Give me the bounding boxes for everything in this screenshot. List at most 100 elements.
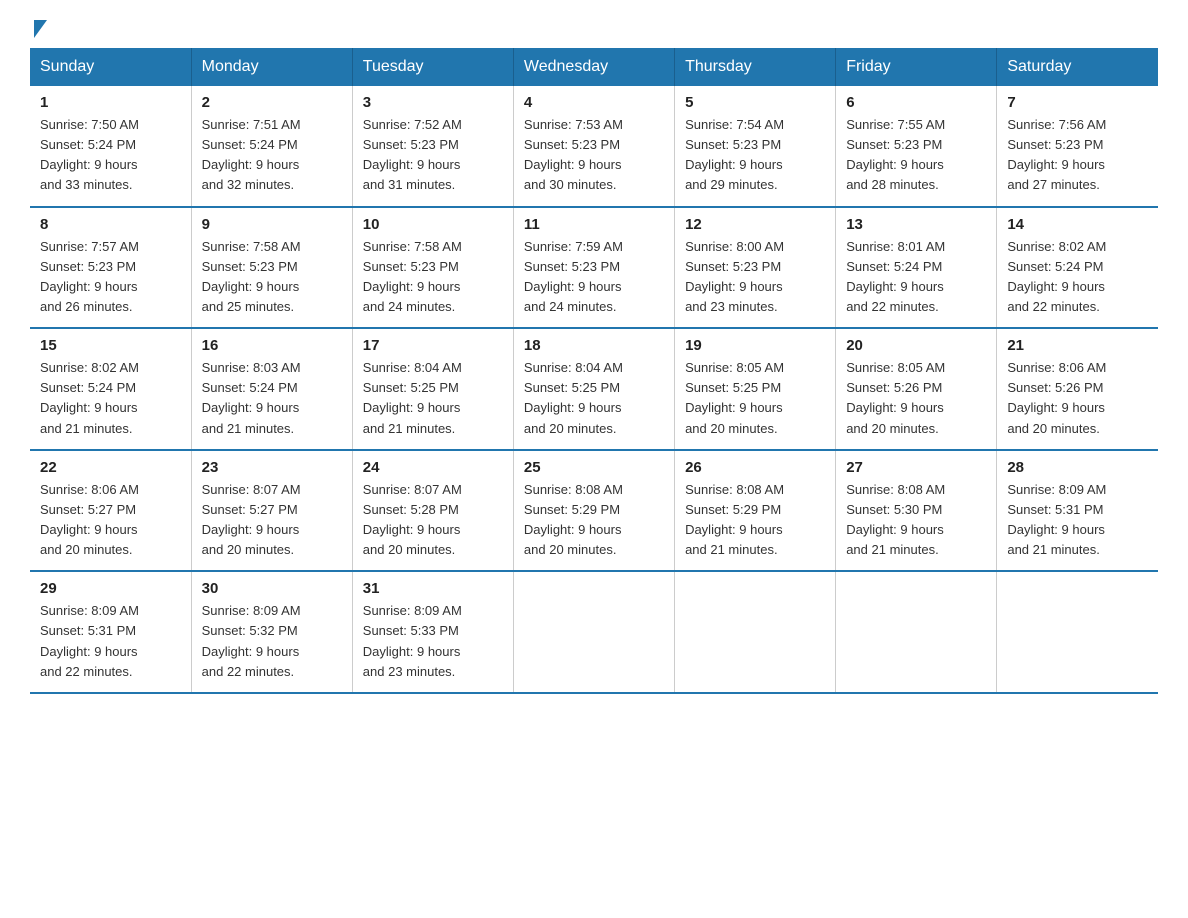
calendar-week-row: 8 Sunrise: 7:57 AMSunset: 5:23 PMDayligh… (30, 207, 1158, 329)
calendar-cell: 29 Sunrise: 8:09 AMSunset: 5:31 PMDaylig… (30, 571, 191, 693)
day-info: Sunrise: 8:06 AMSunset: 5:27 PMDaylight:… (40, 482, 139, 557)
day-info: Sunrise: 7:51 AMSunset: 5:24 PMDaylight:… (202, 117, 301, 192)
calendar-cell: 17 Sunrise: 8:04 AMSunset: 5:25 PMDaylig… (352, 328, 513, 450)
day-info: Sunrise: 8:07 AMSunset: 5:27 PMDaylight:… (202, 482, 301, 557)
day-info: Sunrise: 7:57 AMSunset: 5:23 PMDaylight:… (40, 239, 139, 314)
weekday-header-friday: Friday (836, 48, 997, 86)
day-info: Sunrise: 8:05 AMSunset: 5:26 PMDaylight:… (846, 360, 945, 435)
calendar-cell: 3 Sunrise: 7:52 AMSunset: 5:23 PMDayligh… (352, 86, 513, 207)
calendar-cell (997, 571, 1158, 693)
day-number: 1 (40, 94, 181, 111)
weekday-header-tuesday: Tuesday (352, 48, 513, 86)
day-info: Sunrise: 7:53 AMSunset: 5:23 PMDaylight:… (524, 117, 623, 192)
day-number: 18 (524, 337, 664, 354)
calendar-cell: 25 Sunrise: 8:08 AMSunset: 5:29 PMDaylig… (513, 450, 674, 572)
day-info: Sunrise: 7:58 AMSunset: 5:23 PMDaylight:… (363, 239, 462, 314)
day-info: Sunrise: 8:07 AMSunset: 5:28 PMDaylight:… (363, 482, 462, 557)
calendar-cell: 30 Sunrise: 8:09 AMSunset: 5:32 PMDaylig… (191, 571, 352, 693)
day-number: 11 (524, 216, 664, 233)
day-info: Sunrise: 8:04 AMSunset: 5:25 PMDaylight:… (363, 360, 462, 435)
day-number: 2 (202, 94, 342, 111)
day-number: 6 (846, 94, 986, 111)
day-info: Sunrise: 7:50 AMSunset: 5:24 PMDaylight:… (40, 117, 139, 192)
day-info: Sunrise: 7:55 AMSunset: 5:23 PMDaylight:… (846, 117, 945, 192)
calendar-cell: 26 Sunrise: 8:08 AMSunset: 5:29 PMDaylig… (675, 450, 836, 572)
day-info: Sunrise: 8:09 AMSunset: 5:31 PMDaylight:… (40, 603, 139, 678)
calendar-cell: 16 Sunrise: 8:03 AMSunset: 5:24 PMDaylig… (191, 328, 352, 450)
calendar-cell: 1 Sunrise: 7:50 AMSunset: 5:24 PMDayligh… (30, 86, 191, 207)
day-info: Sunrise: 8:09 AMSunset: 5:31 PMDaylight:… (1007, 482, 1106, 557)
day-number: 5 (685, 94, 825, 111)
day-info: Sunrise: 8:03 AMSunset: 5:24 PMDaylight:… (202, 360, 301, 435)
calendar-cell: 23 Sunrise: 8:07 AMSunset: 5:27 PMDaylig… (191, 450, 352, 572)
calendar-cell: 4 Sunrise: 7:53 AMSunset: 5:23 PMDayligh… (513, 86, 674, 207)
logo (30, 20, 47, 30)
calendar-table: SundayMondayTuesdayWednesdayThursdayFrid… (30, 48, 1158, 694)
day-number: 25 (524, 459, 664, 476)
calendar-cell: 12 Sunrise: 8:00 AMSunset: 5:23 PMDaylig… (675, 207, 836, 329)
weekday-header-monday: Monday (191, 48, 352, 86)
calendar-cell: 7 Sunrise: 7:56 AMSunset: 5:23 PMDayligh… (997, 86, 1158, 207)
day-number: 8 (40, 216, 181, 233)
day-number: 19 (685, 337, 825, 354)
day-number: 29 (40, 580, 181, 597)
day-number: 26 (685, 459, 825, 476)
weekday-header-wednesday: Wednesday (513, 48, 674, 86)
day-number: 21 (1007, 337, 1148, 354)
day-info: Sunrise: 8:04 AMSunset: 5:25 PMDaylight:… (524, 360, 623, 435)
day-number: 4 (524, 94, 664, 111)
day-number: 9 (202, 216, 342, 233)
day-number: 17 (363, 337, 503, 354)
day-info: Sunrise: 8:08 AMSunset: 5:29 PMDaylight:… (685, 482, 784, 557)
day-info: Sunrise: 7:59 AMSunset: 5:23 PMDaylight:… (524, 239, 623, 314)
calendar-cell (836, 571, 997, 693)
calendar-cell: 8 Sunrise: 7:57 AMSunset: 5:23 PMDayligh… (30, 207, 191, 329)
day-info: Sunrise: 8:06 AMSunset: 5:26 PMDaylight:… (1007, 360, 1106, 435)
weekday-header-sunday: Sunday (30, 48, 191, 86)
day-info: Sunrise: 8:01 AMSunset: 5:24 PMDaylight:… (846, 239, 945, 314)
day-info: Sunrise: 8:08 AMSunset: 5:29 PMDaylight:… (524, 482, 623, 557)
day-number: 23 (202, 459, 342, 476)
calendar-cell: 28 Sunrise: 8:09 AMSunset: 5:31 PMDaylig… (997, 450, 1158, 572)
weekday-header-saturday: Saturday (997, 48, 1158, 86)
calendar-cell: 20 Sunrise: 8:05 AMSunset: 5:26 PMDaylig… (836, 328, 997, 450)
calendar-cell: 10 Sunrise: 7:58 AMSunset: 5:23 PMDaylig… (352, 207, 513, 329)
day-number: 20 (846, 337, 986, 354)
calendar-cell: 15 Sunrise: 8:02 AMSunset: 5:24 PMDaylig… (30, 328, 191, 450)
calendar-cell: 31 Sunrise: 8:09 AMSunset: 5:33 PMDaylig… (352, 571, 513, 693)
day-number: 12 (685, 216, 825, 233)
calendar-cell: 19 Sunrise: 8:05 AMSunset: 5:25 PMDaylig… (675, 328, 836, 450)
day-number: 27 (846, 459, 986, 476)
day-number: 24 (363, 459, 503, 476)
day-info: Sunrise: 7:58 AMSunset: 5:23 PMDaylight:… (202, 239, 301, 314)
page-header (30, 20, 1158, 30)
weekday-header-thursday: Thursday (675, 48, 836, 86)
calendar-cell (675, 571, 836, 693)
day-number: 28 (1007, 459, 1148, 476)
day-number: 14 (1007, 216, 1148, 233)
calendar-cell: 5 Sunrise: 7:54 AMSunset: 5:23 PMDayligh… (675, 86, 836, 207)
calendar-cell: 11 Sunrise: 7:59 AMSunset: 5:23 PMDaylig… (513, 207, 674, 329)
calendar-week-row: 22 Sunrise: 8:06 AMSunset: 5:27 PMDaylig… (30, 450, 1158, 572)
calendar-cell: 21 Sunrise: 8:06 AMSunset: 5:26 PMDaylig… (997, 328, 1158, 450)
day-number: 13 (846, 216, 986, 233)
calendar-week-row: 15 Sunrise: 8:02 AMSunset: 5:24 PMDaylig… (30, 328, 1158, 450)
calendar-week-row: 29 Sunrise: 8:09 AMSunset: 5:31 PMDaylig… (30, 571, 1158, 693)
day-info: Sunrise: 8:09 AMSunset: 5:32 PMDaylight:… (202, 603, 301, 678)
calendar-cell: 24 Sunrise: 8:07 AMSunset: 5:28 PMDaylig… (352, 450, 513, 572)
day-info: Sunrise: 7:54 AMSunset: 5:23 PMDaylight:… (685, 117, 784, 192)
calendar-cell (513, 571, 674, 693)
calendar-cell: 22 Sunrise: 8:06 AMSunset: 5:27 PMDaylig… (30, 450, 191, 572)
day-info: Sunrise: 8:02 AMSunset: 5:24 PMDaylight:… (40, 360, 139, 435)
day-number: 7 (1007, 94, 1148, 111)
day-info: Sunrise: 8:05 AMSunset: 5:25 PMDaylight:… (685, 360, 784, 435)
day-number: 30 (202, 580, 342, 597)
calendar-cell: 9 Sunrise: 7:58 AMSunset: 5:23 PMDayligh… (191, 207, 352, 329)
calendar-cell: 6 Sunrise: 7:55 AMSunset: 5:23 PMDayligh… (836, 86, 997, 207)
day-number: 22 (40, 459, 181, 476)
calendar-week-row: 1 Sunrise: 7:50 AMSunset: 5:24 PMDayligh… (30, 86, 1158, 207)
calendar-cell: 18 Sunrise: 8:04 AMSunset: 5:25 PMDaylig… (513, 328, 674, 450)
weekday-header-row: SundayMondayTuesdayWednesdayThursdayFrid… (30, 48, 1158, 86)
calendar-cell: 27 Sunrise: 8:08 AMSunset: 5:30 PMDaylig… (836, 450, 997, 572)
calendar-cell: 13 Sunrise: 8:01 AMSunset: 5:24 PMDaylig… (836, 207, 997, 329)
